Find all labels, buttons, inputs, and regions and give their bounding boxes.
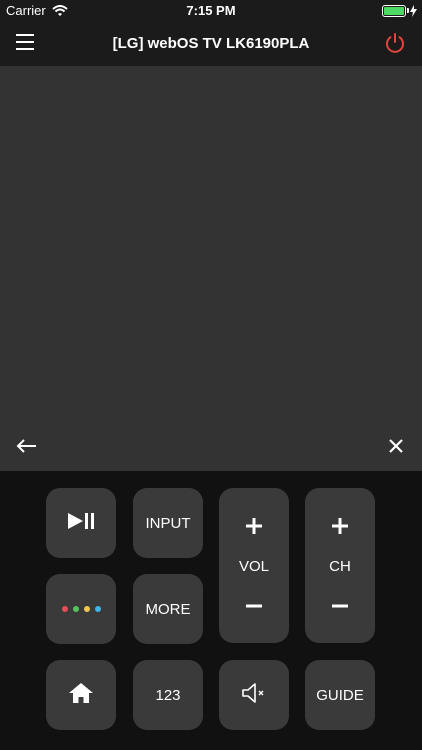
minus-icon	[246, 604, 262, 608]
play-pause-icon	[66, 512, 96, 534]
input-button[interactable]: INPUT	[133, 488, 203, 558]
charging-icon	[410, 4, 417, 22]
volume-down-button[interactable]	[219, 594, 289, 618]
channel-down-button[interactable]	[305, 594, 375, 618]
minus-icon	[332, 604, 348, 608]
plus-icon	[246, 518, 262, 534]
home-icon	[68, 682, 94, 708]
channel-up-button[interactable]	[305, 514, 375, 538]
channel-label: CH	[329, 558, 351, 575]
navigation-bar: [LG] webOS TV LK6190PLA	[0, 22, 422, 66]
more-button[interactable]: MORE	[133, 574, 203, 644]
color-keys-button[interactable]	[46, 574, 116, 644]
close-icon[interactable]	[386, 436, 406, 456]
touchpad[interactable]	[0, 66, 422, 471]
home-button[interactable]	[46, 660, 116, 730]
hamburger-menu-icon[interactable]	[16, 34, 34, 52]
battery-icon	[382, 5, 406, 17]
channel-rocker: CH	[305, 488, 375, 643]
remote-control-panel: INPUT VOL CH MORE 123 GUIDE	[0, 471, 422, 750]
page-title: [LG] webOS TV LK6190PLA	[112, 35, 310, 52]
status-time: 7:15 PM	[186, 3, 236, 18]
number-pad-button[interactable]: 123	[133, 660, 203, 730]
mute-button[interactable]	[219, 660, 289, 730]
play-pause-button[interactable]	[46, 488, 116, 558]
volume-rocker: VOL	[219, 488, 289, 643]
status-bar: Carrier 7:15 PM	[0, 0, 422, 22]
volume-up-button[interactable]	[219, 514, 289, 538]
power-icon[interactable]	[384, 32, 406, 54]
volume-label: VOL	[238, 558, 269, 575]
guide-button[interactable]: GUIDE	[305, 660, 375, 730]
mute-icon	[241, 682, 267, 708]
color-dots-icon	[61, 606, 101, 612]
arrow-left-icon[interactable]	[15, 434, 39, 458]
plus-icon	[332, 518, 348, 534]
